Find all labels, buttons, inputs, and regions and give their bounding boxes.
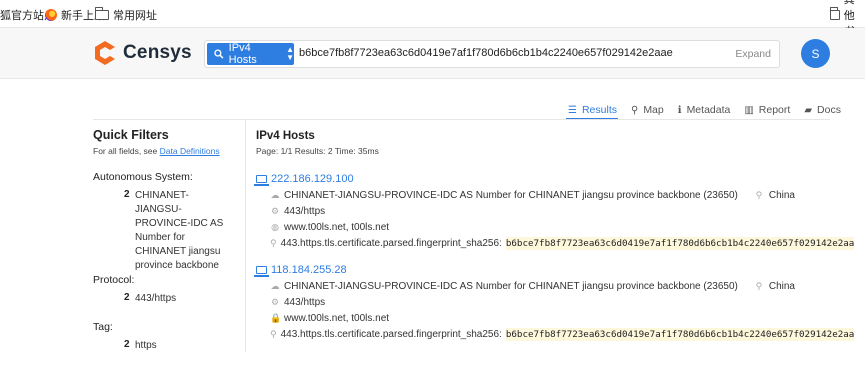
subtitle-prefix: For all fields, see <box>93 146 160 156</box>
expand-button[interactable]: Expand <box>735 48 771 60</box>
ip-address: 118.184.255.28 <box>271 263 347 276</box>
search-icon <box>214 49 224 59</box>
match-value: b6bce7fb8f7723ea63c6d0419e7af1f780d6b6cb… <box>505 328 855 341</box>
protocols-text: 443/https <box>284 297 326 308</box>
facet-value: https <box>135 340 157 351</box>
quick-filters-sidebar: Quick Filters For all fields, see Data D… <box>93 128 241 351</box>
tab-map[interactable]: ⚲ Map <box>631 103 664 117</box>
result-item: 222.186.129.100 ☁ CHINANET-JIANGSU-PROVI… <box>254 171 855 250</box>
bookmark-label: 常用网址 <box>113 10 157 22</box>
folder-icon <box>95 7 109 20</box>
book-icon: ▰ <box>804 104 813 116</box>
facet-autonomous-system-label: Autonomous System: <box>93 171 193 183</box>
tab-docs[interactable]: ▰ Docs <box>804 103 841 117</box>
bookmark-common-sites[interactable]: 常用网址 <box>95 7 157 22</box>
firefox-icon <box>45 9 57 21</box>
sidebar-divider <box>245 120 246 352</box>
monitor-icon <box>254 265 269 277</box>
protocols-text: 443/https <box>284 206 326 217</box>
tabs-divider <box>93 119 830 120</box>
match-value: b6bce7fb8f7723ea63c6d0419e7af1f780d6b6cb… <box>505 237 855 250</box>
data-definitions-link[interactable]: Data Definitions <box>160 146 220 156</box>
tab-label: Metadata <box>686 104 731 116</box>
result-as-line: ☁ CHINANET-JIANGSU-PROVINCE-IDC AS Numbe… <box>270 189 854 202</box>
magnifier-icon: ⚲ <box>270 329 277 339</box>
search-bar: IPv4 Hosts ▲ ▼ b6bce7fb8f7723ea63c6d0419e… <box>204 40 780 68</box>
map-pin-icon: ⚲ <box>755 281 763 291</box>
view-tabs: ☰ Results ⚲ Map ℹ Metadata ▥ Report ▰ Do… <box>568 103 855 117</box>
tab-label: Report <box>758 104 791 116</box>
tab-metadata[interactable]: ℹ Metadata <box>678 103 731 117</box>
brand-name: Censys <box>123 42 192 63</box>
as-text: CHINANET-JIANGSU-PROVINCE-IDC AS Number … <box>284 281 738 292</box>
updown-caret-icon: ▲ ▼ <box>286 45 294 62</box>
result-item: 118.184.255.28 ☁ CHINANET-JIANGSU-PROVIN… <box>254 262 855 341</box>
result-domains-line: 🔒 www.t00ls.net, t00ls.net <box>270 312 854 325</box>
match-field: 443.https.tls.certificate.parsed.fingerp… <box>280 238 502 249</box>
bookmarks-bar: 狐官方站点 新手上路 常用网址 其他书 <box>0 0 865 38</box>
gear-icon: ⚙ <box>270 297 280 307</box>
map-pin-icon: ⚲ <box>630 104 639 116</box>
user-avatar[interactable]: S <box>801 39 830 68</box>
search-scope-label: IPv4 Hosts <box>228 42 257 66</box>
bar-chart-icon: ▥ <box>744 104 754 116</box>
facet-value: 443/https <box>135 293 177 304</box>
facet-count: 2 <box>124 339 130 350</box>
country-name: China <box>768 190 795 201</box>
result-protocols-line: ⚙ 443/https <box>270 296 854 309</box>
list-icon: ☰ <box>568 104 577 116</box>
facet-count: 2 <box>124 292 130 303</box>
result-domains-line: ◍ www.t00ls.net, t00ls.net <box>270 221 854 234</box>
magnifier-icon: ⚲ <box>270 238 277 248</box>
info-icon: ℹ <box>677 104 682 116</box>
tab-label: Results <box>581 104 617 116</box>
country-name: China <box>768 281 795 292</box>
tab-report[interactable]: ▥ Report <box>744 103 790 117</box>
result-ip-link[interactable]: 222.186.129.100 <box>254 171 840 186</box>
facet-item-autonomous-system[interactable]: 2 CHINANET-JIANGSU-PROVINCE-IDC AS Numbe… <box>124 189 235 273</box>
censys-logo[interactable]: Censys <box>93 39 192 67</box>
domains-text: www.t00ls.net, t00ls.net <box>284 222 390 233</box>
folder-icon <box>830 7 840 20</box>
facet-count: 2 <box>124 189 130 200</box>
result-protocols-line: ⚙ 443/https <box>270 205 854 218</box>
monitor-icon <box>254 174 269 186</box>
facet-protocol-label: Protocol: <box>93 274 135 286</box>
result-match-line: ⚲ 443.https.tls.certificate.parsed.finge… <box>270 237 855 250</box>
results-meta: Page: 1/1 Results: 2 Time: 35ms <box>256 146 379 156</box>
result-country: ⚲ China <box>754 190 795 201</box>
tab-label: Map <box>643 104 664 116</box>
facet-value: CHINANET-JIANGSU-PROVINCE-IDC AS Number … <box>135 190 224 271</box>
facet-item-tag[interactable]: 2 https <box>124 339 235 353</box>
globe-icon: ◍ <box>271 222 279 232</box>
quick-filters-title: Quick Filters <box>93 128 169 142</box>
censys-logo-icon <box>95 41 115 65</box>
as-text: CHINANET-JIANGSU-PROVINCE-IDC AS Number … <box>284 190 738 201</box>
facet-tag-label: Tag: <box>93 321 113 333</box>
tab-results[interactable]: ☰ Results <box>568 103 617 117</box>
app-header: Censys IPv4 Hosts ▲ ▼ b6bce7fb8f7723ea63c… <box>0 28 865 79</box>
tab-label: Docs <box>817 104 841 116</box>
ip-address: 222.186.129.100 <box>271 172 354 185</box>
result-ip-link[interactable]: 118.184.255.28 <box>254 262 840 277</box>
gear-icon: ⚙ <box>270 206 280 216</box>
result-match-line: ⚲ 443.https.tls.certificate.parsed.finge… <box>270 328 855 341</box>
cloud-icon: ☁ <box>270 281 280 291</box>
results-title: IPv4 Hosts <box>256 130 315 142</box>
map-pin-icon: ⚲ <box>755 190 763 200</box>
domains-text: www.t00ls.net, t00ls.net <box>284 313 390 324</box>
search-scope-select[interactable]: IPv4 Hosts ▲ ▼ <box>207 42 294 66</box>
cloud-icon: ☁ <box>270 190 280 200</box>
result-as-line: ☁ CHINANET-JIANGSU-PROVINCE-IDC AS Numbe… <box>270 280 854 293</box>
search-input[interactable]: b6bce7fb8f7723ea63c6d0419e7af1f780d6b6cb… <box>299 47 673 59</box>
facet-item-protocol[interactable]: 2 443/https <box>124 292 235 306</box>
match-field: 443.https.tls.certificate.parsed.fingerp… <box>280 329 502 340</box>
bookmark-other[interactable]: 其他书 <box>830 0 865 38</box>
quick-filters-subtitle: For all fields, see Data Definitions <box>93 146 241 156</box>
result-country: ⚲ China <box>754 281 795 292</box>
lock-icon: 🔒 <box>270 313 282 323</box>
